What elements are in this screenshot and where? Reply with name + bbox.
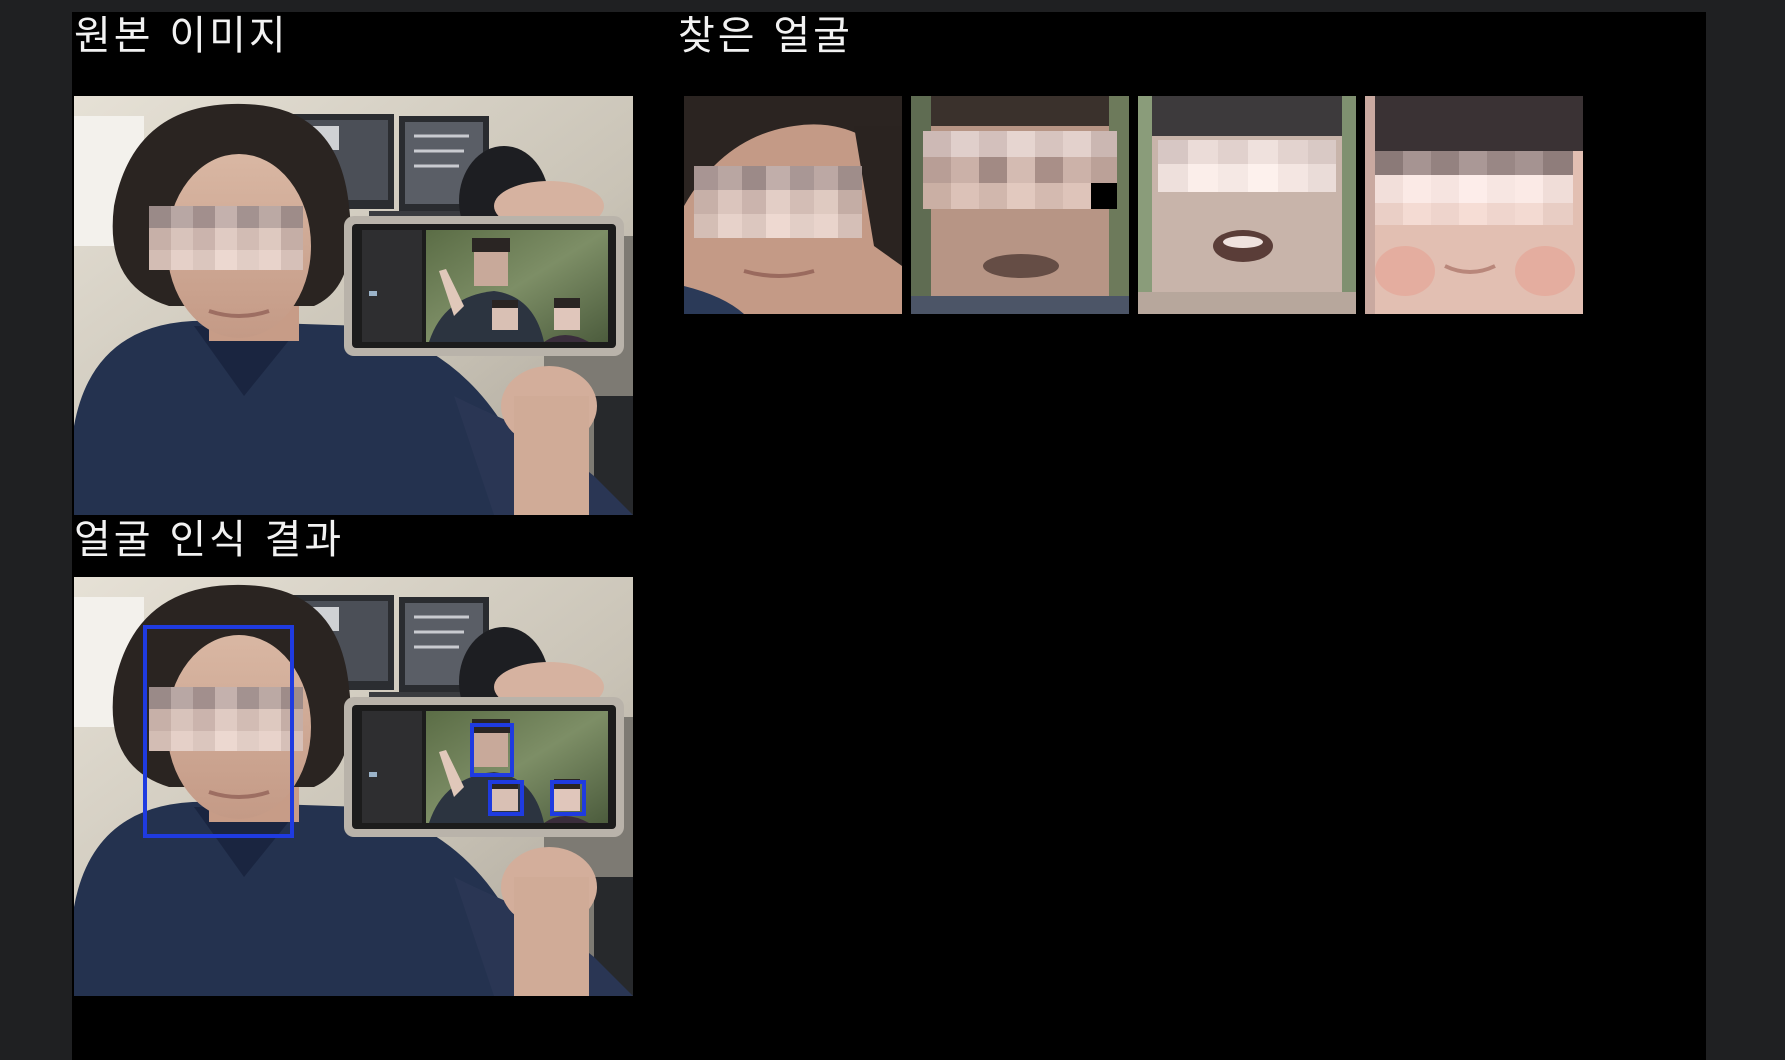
detection-result-image — [74, 577, 633, 996]
face-crop-man-on-phone — [911, 96, 1129, 314]
original-image — [74, 96, 633, 515]
original-image-title: 원본 이미지 — [74, 13, 289, 59]
app-canvas: 원본 이미지 얼굴 인식 결과 찾은 얼굴 — [72, 12, 1706, 1060]
face-crop-child-1 — [1138, 96, 1356, 314]
found-faces-title: 찾은 얼굴 — [678, 13, 853, 59]
detection-result-title: 얼굴 인식 결과 — [74, 517, 345, 563]
face-crop-child-2 — [1365, 96, 1583, 314]
face-crop-adult-man — [684, 96, 902, 314]
